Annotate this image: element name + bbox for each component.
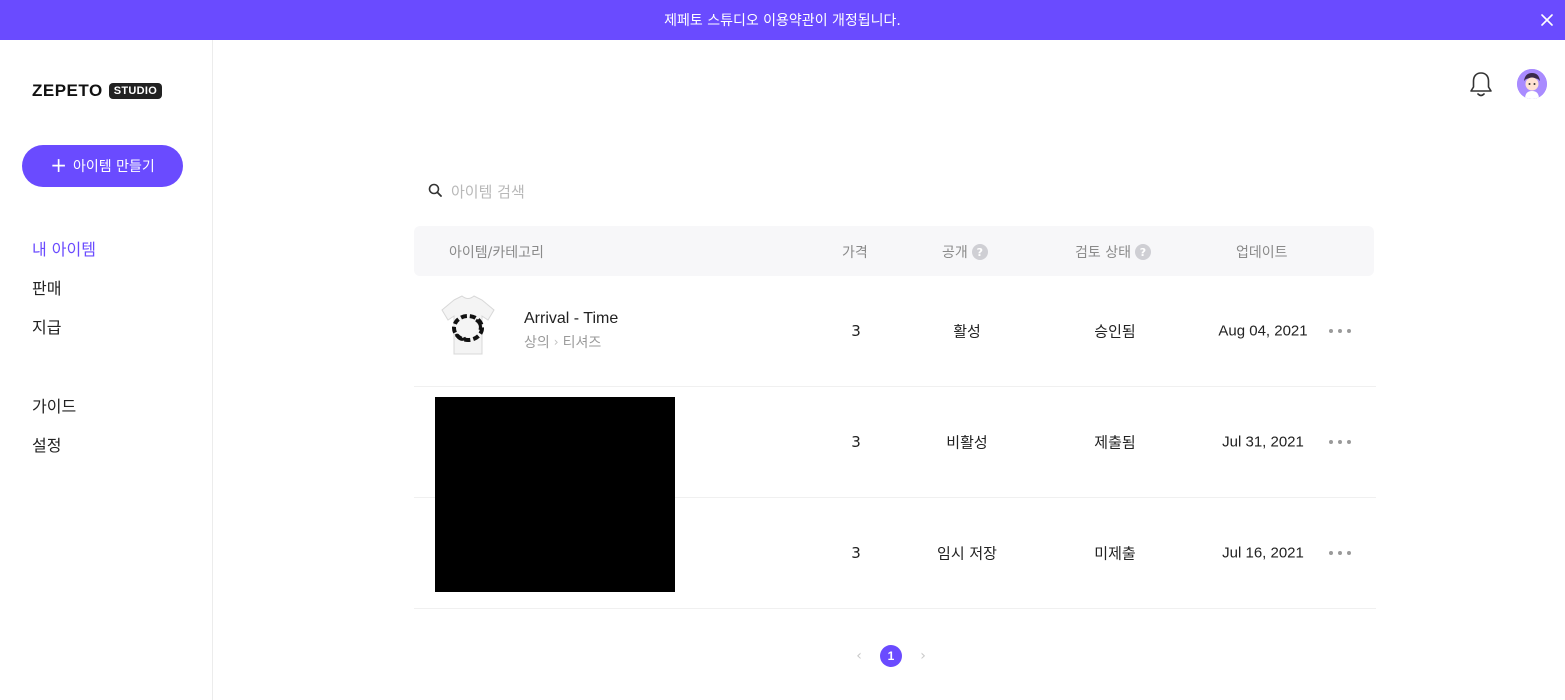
item-price: 3 (851, 433, 861, 451)
item-category: 상의 › 티셔즈 (524, 332, 601, 352)
column-review-status: 검토 상태 ? (1075, 242, 1151, 262)
user-avatar[interactable] (1517, 69, 1547, 99)
search-icon (428, 183, 442, 201)
table-row[interactable]: Arrival - Time 상의 › 티셔즈 3 활성 승인됨 Aug 04,… (414, 276, 1376, 387)
item-review-status: 미제출 (1094, 544, 1136, 563)
chevron-right-icon: › (553, 335, 559, 349)
item-public-status: 활성 (953, 322, 981, 341)
chevron-left-icon[interactable]: ‹ (852, 648, 866, 664)
create-item-label: 아이템 만들기 (73, 159, 155, 175)
category-label: 상의 (524, 335, 550, 351)
table-header: 아이템/카테고리 가격 공개 ? 검토 상태 ? 업데이트 (414, 226, 1374, 276)
pagination: ‹ 1 › (852, 645, 930, 667)
column-updated: 업데이트 (1236, 245, 1288, 261)
item-updated-date: Jul 16, 2021 (1222, 544, 1304, 562)
item-thumbnail[interactable] (436, 290, 500, 362)
sidebar-item-payout[interactable]: 지급 (32, 314, 61, 338)
column-price: 가격 (842, 245, 868, 261)
item-public-status: 비활성 (946, 433, 988, 452)
help-icon[interactable]: ? (1134, 244, 1151, 260)
column-public-label: 공개 (942, 245, 968, 261)
item-price: 3 (851, 544, 861, 562)
header-actions (1467, 69, 1547, 99)
item-public-status: 임시 저장 (937, 544, 997, 563)
help-icon[interactable]: ? (971, 244, 988, 260)
sidebar-item-settings[interactable]: 설정 (32, 432, 61, 456)
logo-badge: STUDIO (108, 83, 163, 99)
more-options-icon[interactable] (1329, 326, 1351, 336)
item-updated-date: Jul 31, 2021 (1222, 433, 1304, 451)
create-item-button[interactable]: + 아이템 만들기 (22, 145, 183, 187)
sidebar-item-guide[interactable]: 가이드 (32, 393, 76, 417)
more-options-icon[interactable] (1329, 437, 1351, 447)
sidebar: ZEPETO STUDIO + 아이템 만들기 내 아이템 판매 지급 가이드 … (0, 40, 213, 700)
column-item-category: 아이템/카테고리 (449, 245, 544, 261)
item-review-status: 제출됨 (1094, 433, 1136, 452)
column-public: 공개 ? (942, 242, 988, 262)
more-options-icon[interactable] (1329, 548, 1351, 558)
chevron-right-icon[interactable]: › (916, 648, 930, 664)
plus-icon: + (50, 153, 68, 177)
redacted-area (435, 397, 675, 592)
zepeto-studio-logo[interactable]: ZEPETO STUDIO (32, 81, 163, 101)
banner-text: 제페토 스튜디오 이용약관이 개정됩니다. (664, 13, 901, 29)
item-review-status: 승인됨 (1094, 322, 1136, 341)
subcategory-label: 티셔즈 (562, 335, 602, 351)
announcement-banner: 제페토 스튜디오 이용약관이 개정됩니다. (0, 0, 1565, 40)
logo-text: ZEPETO (32, 81, 103, 100)
item-title[interactable]: Arrival - Time (524, 310, 618, 328)
search-input[interactable] (451, 183, 751, 201)
page-number-current[interactable]: 1 (880, 645, 902, 667)
item-updated-date: Aug 04, 2021 (1218, 322, 1308, 340)
sidebar-item-sales[interactable]: 판매 (32, 275, 61, 299)
bell-icon[interactable] (1467, 69, 1495, 99)
item-search (428, 183, 751, 201)
column-review-label: 검토 상태 (1075, 245, 1131, 261)
sidebar-item-my-items[interactable]: 내 아이템 (32, 236, 96, 260)
close-icon[interactable] (1537, 10, 1557, 30)
item-price: 3 (851, 322, 861, 340)
